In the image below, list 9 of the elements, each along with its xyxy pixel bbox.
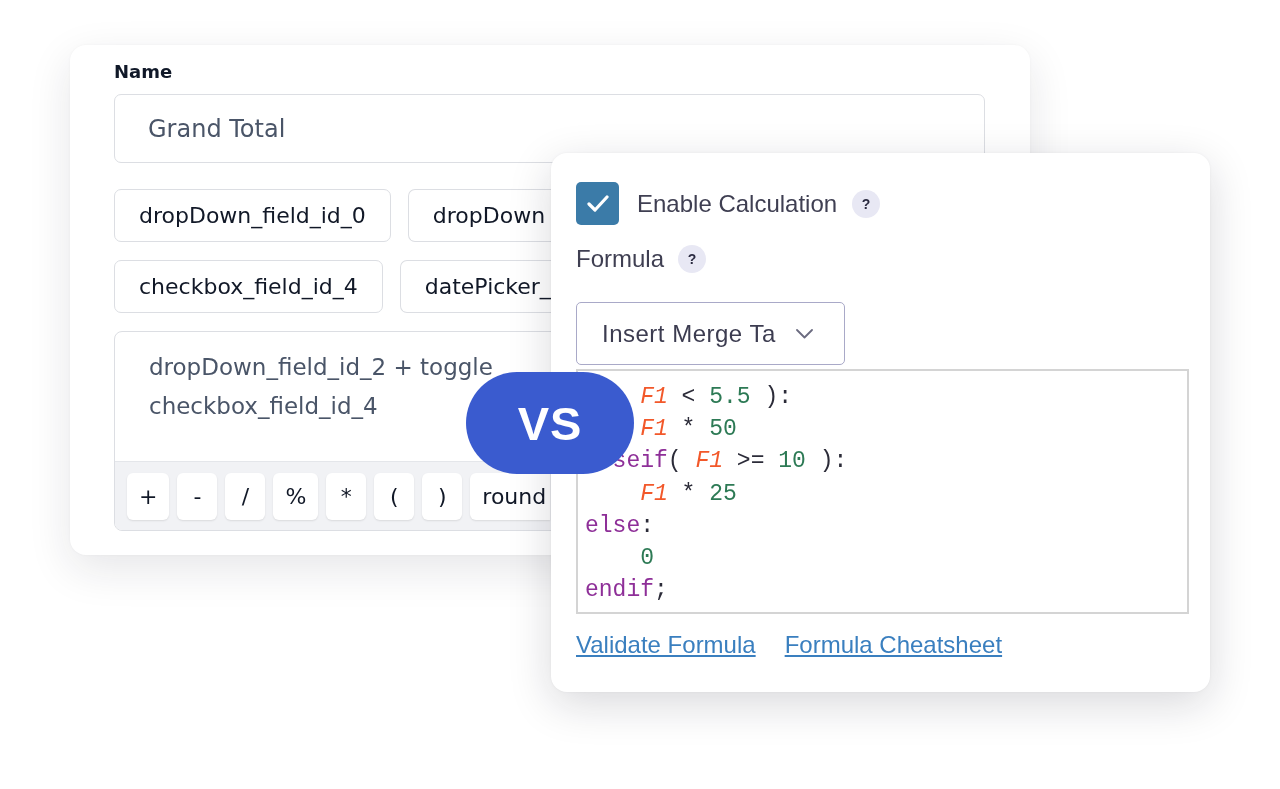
field-label: Formula [576, 245, 665, 273]
code-line: 0 [640, 544, 654, 573]
code-line: F1 * 50 [640, 415, 737, 445]
code-line: F1 < 5.5 ): [640, 383, 793, 412]
code-line: F1 * 25 [640, 479, 737, 509]
checkbox-label: Enable Calculation [637, 189, 838, 218]
code-line: else: [585, 511, 655, 541]
field-label: Name [114, 60, 173, 84]
code-line: endif; [585, 576, 668, 606]
